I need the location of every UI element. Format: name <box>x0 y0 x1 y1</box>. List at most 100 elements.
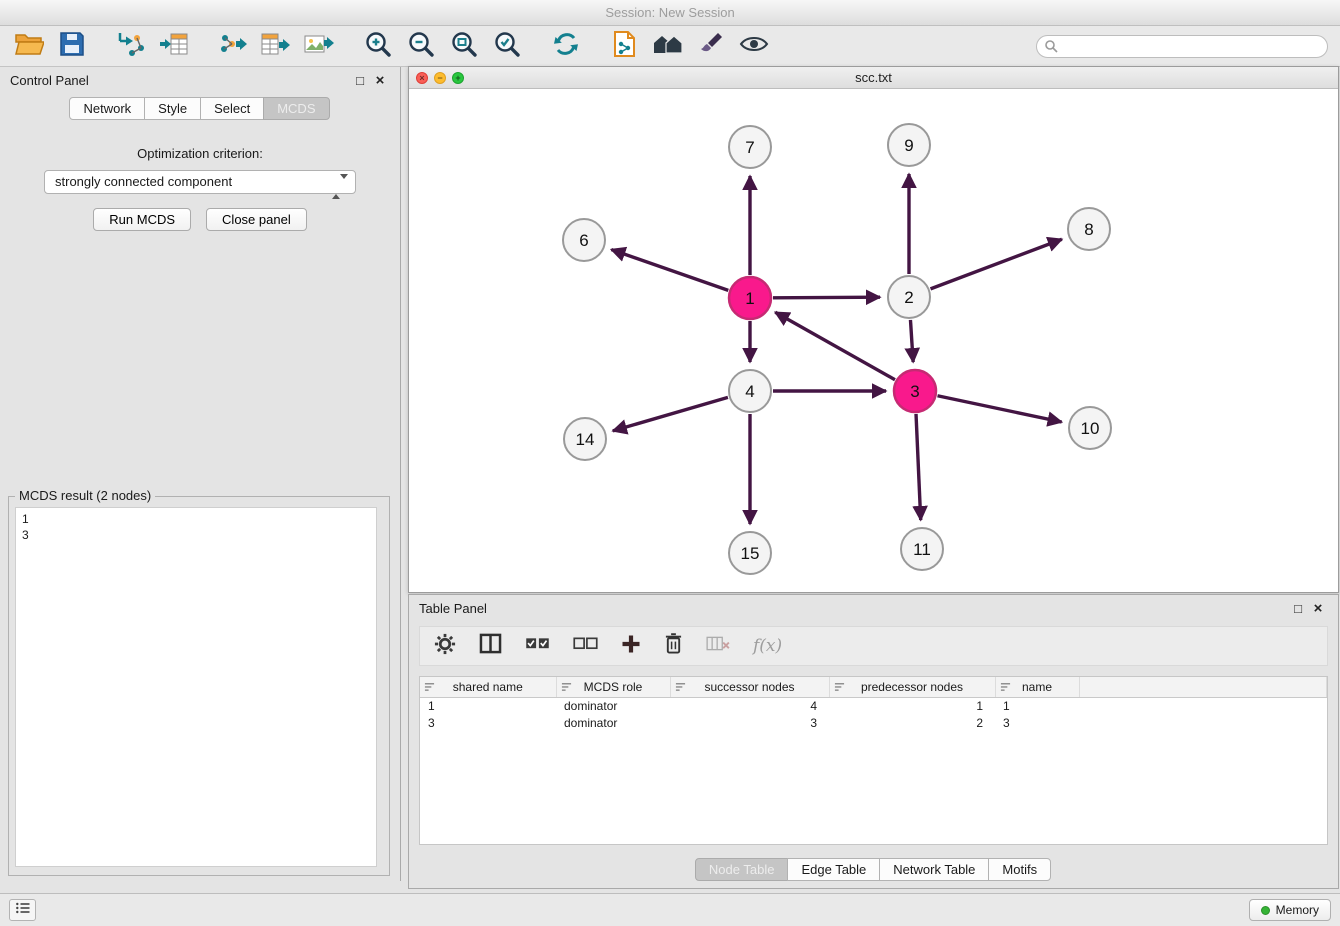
graph-node-label: 9 <box>904 136 913 155</box>
tab-select[interactable]: Select <box>200 97 264 120</box>
network-window: × − + scc.txt 7 9 6 8 1 2 4 3 14 10 15 11 <box>408 66 1339 593</box>
cell-successor-nodes[interactable]: 3 <box>670 714 829 731</box>
column-header-filler <box>1079 677 1327 697</box>
save-session-button[interactable] <box>55 29 89 63</box>
table-row[interactable]: 3dominator323 <box>420 714 1327 731</box>
function-builder-button[interactable]: f(x) <box>753 636 782 656</box>
add-row-button[interactable] <box>621 634 641 659</box>
tab-motifs[interactable]: Motifs <box>988 858 1051 881</box>
graph-edge-1-6[interactable] <box>611 250 728 291</box>
home-button[interactable] <box>651 29 685 63</box>
network-window-titlebar[interactable]: × − + scc.txt <box>409 67 1338 89</box>
delete-row-button[interactable] <box>664 632 683 660</box>
graph-node-15[interactable]: 15 <box>729 532 771 574</box>
show-hide-button[interactable] <box>737 29 771 63</box>
graph-node-7[interactable]: 7 <box>729 126 771 168</box>
graph-edge-1-2[interactable] <box>773 297 880 298</box>
window-minimize-icon[interactable]: − <box>434 72 446 84</box>
graph-node-8[interactable]: 8 <box>1068 208 1110 250</box>
graph-node-label: 10 <box>1081 419 1100 438</box>
tab-style[interactable]: Style <box>144 97 201 120</box>
graph-edge-4-14[interactable] <box>613 397 728 430</box>
mcds-result-item[interactable]: 1 <box>22 511 370 527</box>
window-zoom-icon[interactable]: + <box>452 72 464 84</box>
graph-edge-3-10[interactable] <box>938 396 1062 422</box>
graph-edge-2-3[interactable] <box>910 320 913 362</box>
run-mcds-button[interactable]: Run MCDS <box>93 208 191 231</box>
memory-button[interactable]: Memory <box>1249 899 1331 921</box>
export-table-button[interactable] <box>259 29 293 63</box>
table-panel-title: Table Panel <box>419 601 1288 616</box>
graph-node-4[interactable]: 4 <box>729 370 771 412</box>
search-input[interactable] <box>1036 35 1328 58</box>
tab-network-table[interactable]: Network Table <box>879 858 989 881</box>
zoom-in-button[interactable] <box>361 29 395 63</box>
column-type-icon <box>424 681 435 695</box>
refresh-button[interactable] <box>549 29 583 63</box>
cell-mcds-role[interactable]: dominator <box>556 697 670 714</box>
mcds-result-list[interactable]: 13 <box>15 507 377 867</box>
zoom-selected-button[interactable] <box>490 29 524 63</box>
graph-node-9[interactable]: 9 <box>888 124 930 166</box>
graph-edge-3-1[interactable] <box>775 312 895 379</box>
graph-node-1[interactable]: 1 <box>729 277 771 319</box>
optimization-criterion-label: Optimization criterion: <box>0 146 400 161</box>
graph-node-11[interactable]: 11 <box>901 528 943 570</box>
float-panel-icon[interactable]: □ <box>350 73 370 88</box>
zoom-out-button[interactable] <box>404 29 438 63</box>
close-panel-icon[interactable]: × <box>370 72 390 89</box>
table-settings-button[interactable] <box>434 633 456 660</box>
import-table-button[interactable] <box>157 29 191 63</box>
show-columns-button[interactable] <box>479 633 502 659</box>
cell-predecessor-nodes[interactable]: 1 <box>829 697 995 714</box>
control-panel-header: Control Panel □ × <box>0 67 400 94</box>
export-network-button[interactable] <box>216 29 250 63</box>
graph-node-14[interactable]: 14 <box>564 418 606 460</box>
tab-edge-table[interactable]: Edge Table <box>787 858 880 881</box>
tab-node-table[interactable]: Node Table <box>695 858 789 881</box>
export-image-button[interactable] <box>302 29 336 63</box>
cell-successor-nodes[interactable]: 4 <box>670 697 829 714</box>
tab-mcds[interactable]: MCDS <box>263 97 329 120</box>
open-session-file-button[interactable] <box>608 29 642 63</box>
criterion-selected-value: strongly connected component <box>55 174 232 189</box>
close-table-panel-icon[interactable]: × <box>1308 600 1328 617</box>
import-network-button[interactable] <box>114 29 148 63</box>
float-table-panel-icon[interactable]: □ <box>1288 601 1308 616</box>
close-panel-button[interactable]: Close panel <box>206 208 307 231</box>
delete-column-button[interactable] <box>706 635 730 657</box>
columns-icon <box>479 633 502 659</box>
cell-name[interactable]: 1 <box>995 697 1079 714</box>
network-graph[interactable]: 7 9 6 8 1 2 4 3 14 10 15 11 <box>409 89 1338 592</box>
graph-node-label: 1 <box>745 289 754 308</box>
graph-node-10[interactable]: 10 <box>1069 407 1111 449</box>
zoom-fit-button[interactable] <box>447 29 481 63</box>
select-all-button[interactable] <box>525 636 550 656</box>
column-header-name[interactable]: name <box>995 677 1079 697</box>
cell-name[interactable]: 3 <box>995 714 1079 731</box>
mcds-result-item[interactable]: 3 <box>22 527 370 543</box>
cell-mcds-role[interactable]: dominator <box>556 714 670 731</box>
window-close-icon[interactable]: × <box>416 72 428 84</box>
show-panels-button[interactable] <box>9 899 36 921</box>
column-header-shared-name[interactable]: shared name <box>420 677 556 697</box>
tab-network[interactable]: Network <box>69 97 145 120</box>
column-header-predecessor-nodes[interactable]: predecessor nodes <box>829 677 995 697</box>
graph-node-6[interactable]: 6 <box>563 219 605 261</box>
graph-node-2[interactable]: 2 <box>888 276 930 318</box>
cell-shared-name[interactable]: 1 <box>420 697 556 714</box>
graph-edge-3-11[interactable] <box>916 414 921 520</box>
graph-node-3[interactable]: 3 <box>894 370 936 412</box>
style-button[interactable] <box>694 29 728 63</box>
control-panel-title: Control Panel <box>10 73 350 88</box>
cell-predecessor-nodes[interactable]: 2 <box>829 714 995 731</box>
cell-shared-name[interactable]: 3 <box>420 714 556 731</box>
table-row[interactable]: 1dominator411 <box>420 697 1327 714</box>
column-header-successor-nodes[interactable]: successor nodes <box>670 677 829 697</box>
graph-edge-2-8[interactable] <box>931 239 1062 289</box>
app-titlebar: Session: New Session <box>0 0 1340 26</box>
unselect-all-button[interactable] <box>573 636 598 656</box>
open-file-button[interactable] <box>12 29 46 63</box>
optimization-criterion-select[interactable]: strongly connected component <box>44 170 356 194</box>
column-header-mcds-role[interactable]: MCDS role <box>556 677 670 697</box>
